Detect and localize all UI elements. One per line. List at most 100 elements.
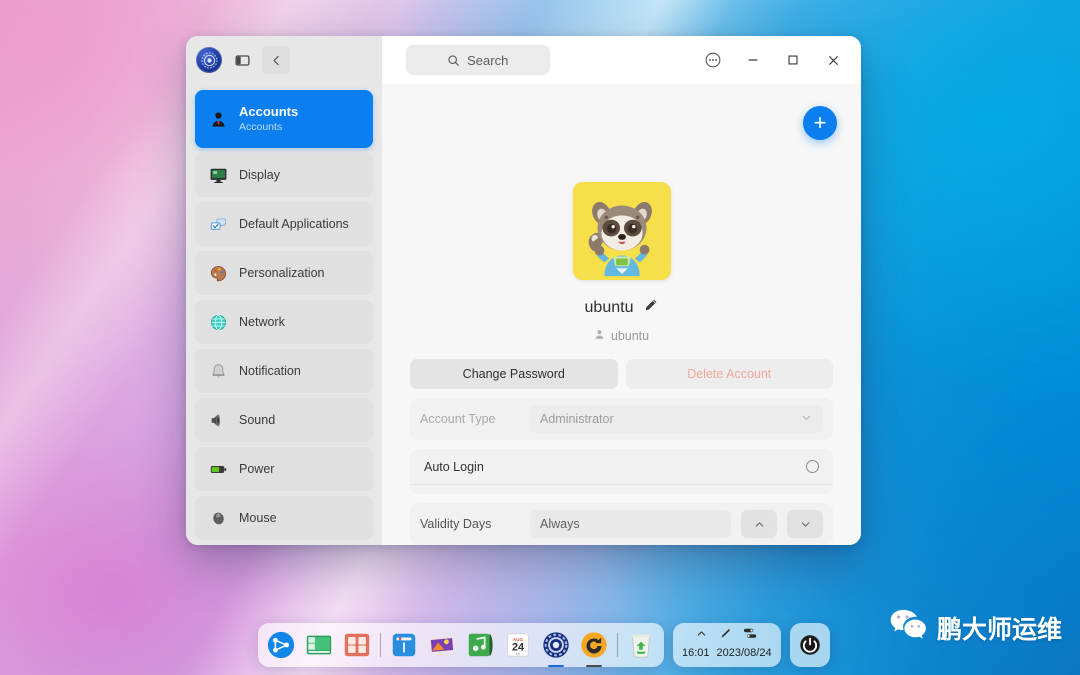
window-body: Accounts Accounts Display Default Applic… bbox=[186, 84, 861, 545]
taskbar-launcher-icon[interactable] bbox=[266, 630, 296, 660]
sidebar-item-sublabel: Accounts bbox=[239, 121, 283, 134]
sidebar-item-power[interactable]: Power bbox=[195, 447, 373, 491]
power-icon bbox=[799, 635, 820, 655]
wechat-icon bbox=[889, 608, 927, 647]
clock-time: 16:01 bbox=[682, 647, 710, 659]
auto-login-label: Auto Login bbox=[424, 459, 484, 474]
settings-sliders-icon[interactable] bbox=[743, 627, 758, 645]
account-type-label: Account Type bbox=[420, 412, 496, 426]
taskbar-control-center-icon[interactable] bbox=[541, 630, 571, 667]
battery-icon bbox=[207, 458, 229, 480]
globe-network-icon bbox=[207, 311, 229, 333]
settings-sidebar: Accounts Accounts Display Default Applic… bbox=[186, 84, 382, 545]
power-button[interactable] bbox=[789, 623, 830, 667]
account-action-buttons: Change Password Delete Account bbox=[410, 359, 833, 389]
sidebar-item-network[interactable]: Network bbox=[195, 300, 373, 344]
taskbar: AUG 24 thu 16:01 2023/08/24 bbox=[258, 623, 830, 667]
account-type-field: Account Type Administrator bbox=[410, 398, 833, 440]
control-center-window: Search Accounts Accounts Display Default… bbox=[186, 36, 861, 545]
system-tray: 16:01 2023/08/24 bbox=[673, 623, 781, 667]
back-button[interactable] bbox=[262, 46, 290, 74]
chevron-up-icon bbox=[755, 521, 763, 527]
sidebar-item-label: Mouse bbox=[239, 511, 277, 525]
sidebar-item-default-applications[interactable]: Default Applications bbox=[195, 202, 373, 246]
more-options-icon bbox=[705, 52, 721, 68]
account-type-select[interactable]: Administrator bbox=[530, 405, 823, 433]
sidebar-item-display[interactable]: Display bbox=[195, 153, 373, 197]
validity-days-label: Validity Days bbox=[420, 517, 492, 531]
validity-days-decrease-button[interactable] bbox=[787, 510, 823, 538]
control-center-gear-icon bbox=[196, 47, 222, 73]
login-without-password-row[interactable]: Login Without Password bbox=[410, 484, 833, 494]
close-button[interactable] bbox=[813, 39, 853, 81]
validity-days-field: Validity Days Always bbox=[410, 503, 833, 545]
window-titlebar: Search bbox=[186, 36, 861, 84]
auto-login-row[interactable]: Auto Login bbox=[410, 449, 833, 484]
validity-days-input[interactable]: Always bbox=[530, 510, 731, 538]
search-input[interactable]: Search bbox=[406, 45, 550, 75]
default-apps-icon bbox=[207, 213, 229, 235]
running-indicator bbox=[586, 664, 602, 667]
titlebar-right-region: Search bbox=[382, 36, 861, 84]
change-password-button[interactable]: Change Password bbox=[410, 359, 618, 389]
dock-separator bbox=[617, 633, 618, 657]
login-options-card: Auto Login Login Without Password bbox=[410, 449, 833, 494]
accounts-detail-panel: + ubuntu ubuntu Change Password Delete A… bbox=[382, 84, 861, 545]
chevron-left-icon bbox=[272, 55, 279, 65]
add-account-button[interactable]: + bbox=[803, 106, 837, 140]
maximize-button[interactable] bbox=[773, 39, 813, 81]
bell-icon bbox=[207, 360, 229, 382]
sidebar-item-notification[interactable]: Notification bbox=[195, 349, 373, 393]
sidebar-item-label: Display bbox=[239, 168, 280, 182]
more-options-button[interactable] bbox=[693, 39, 733, 81]
minimize-icon bbox=[748, 59, 758, 61]
user-avatar[interactable] bbox=[572, 182, 671, 280]
person-icon bbox=[594, 329, 605, 343]
taskbar-music-icon[interactable] bbox=[465, 630, 495, 660]
search-placeholder-text: Search bbox=[467, 52, 509, 68]
dock-separator bbox=[380, 633, 381, 657]
stylus-icon[interactable] bbox=[719, 627, 732, 645]
close-icon bbox=[828, 55, 838, 65]
sidebar-item-personalization[interactable]: Personalization bbox=[195, 251, 373, 295]
pencil-edit-icon[interactable] bbox=[644, 298, 658, 317]
running-indicator bbox=[548, 664, 564, 667]
taskbar-app-grid-icon[interactable] bbox=[342, 630, 372, 660]
sidebar-item-accounts[interactable]: Accounts Accounts bbox=[195, 90, 373, 148]
delete-account-button[interactable]: Delete Account bbox=[625, 359, 833, 389]
taskbar-update-manager-icon[interactable] bbox=[579, 630, 609, 667]
user-name-text: ubuntu bbox=[584, 298, 634, 316]
mouse-icon bbox=[207, 507, 229, 529]
tray-clock[interactable]: 16:01 2023/08/24 bbox=[682, 647, 772, 659]
user-accounts-icon bbox=[207, 108, 229, 130]
chevron-up-icon[interactable] bbox=[695, 627, 708, 645]
chevron-down-icon bbox=[801, 521, 809, 527]
sidebar-item-label: Accounts bbox=[239, 103, 299, 119]
dock-app-area: AUG 24 thu bbox=[258, 623, 664, 667]
validity-days-increase-button[interactable] bbox=[741, 510, 777, 538]
sidebar-item-mouse[interactable]: Mouse bbox=[195, 496, 373, 540]
user-name-row: ubuntu bbox=[585, 298, 659, 317]
auto-login-radio[interactable] bbox=[806, 460, 819, 473]
login-name-row: ubuntu bbox=[594, 329, 649, 343]
raccoon-avatar bbox=[572, 182, 671, 280]
sidebar-item-label: Network bbox=[239, 315, 285, 329]
chevron-down-icon bbox=[800, 411, 813, 427]
plus-icon: + bbox=[813, 110, 827, 135]
validity-days-value: Always bbox=[540, 517, 580, 531]
watermark-text: 鹏大师运维 bbox=[936, 615, 1062, 644]
taskbar-calendar-icon[interactable]: AUG 24 thu bbox=[503, 630, 533, 660]
sidebar-item-label: Notification bbox=[239, 364, 301, 378]
taskbar-photos-icon[interactable] bbox=[427, 630, 457, 660]
taskbar-file-manager-icon[interactable] bbox=[304, 630, 334, 660]
sidebar-toggle-icon[interactable] bbox=[228, 46, 256, 74]
search-icon bbox=[448, 54, 460, 66]
taskbar-trash-icon[interactable] bbox=[626, 630, 656, 660]
titlebar-left-region bbox=[186, 36, 382, 84]
svg-text:thu: thu bbox=[516, 652, 521, 656]
login-name-text: ubuntu bbox=[610, 329, 650, 343]
taskbar-terminal-icon[interactable] bbox=[389, 630, 419, 660]
sidebar-item-sound[interactable]: Sound bbox=[195, 398, 373, 442]
desktop: Search Accounts Accounts Display Default… bbox=[0, 0, 1080, 675]
minimize-button[interactable] bbox=[733, 39, 773, 81]
